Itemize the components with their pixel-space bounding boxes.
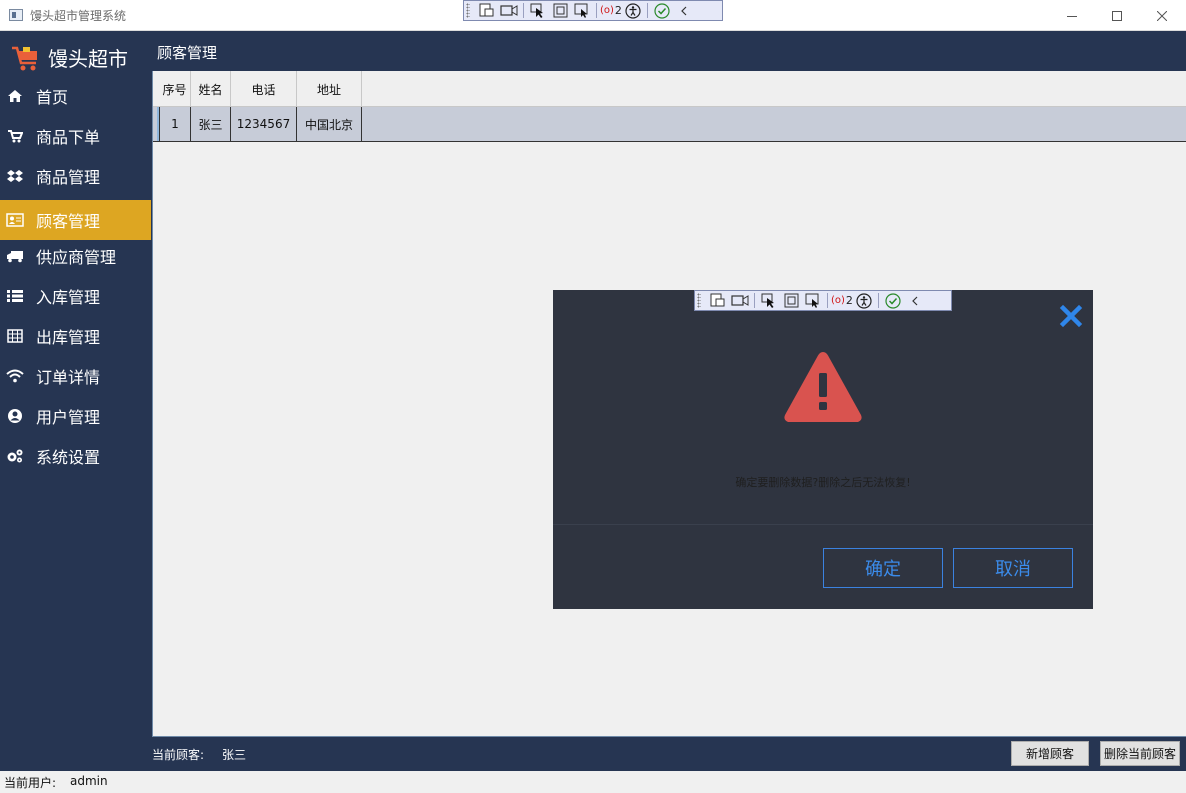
- user-circle-icon: [6, 407, 24, 425]
- accessibility-icon[interactable]: [853, 292, 875, 309]
- add-customer-button[interactable]: 新增顾客: [1011, 741, 1089, 766]
- app-icon: [9, 9, 23, 21]
- maximize-icon: [1112, 10, 1122, 21]
- column-header-address[interactable]: 地址: [297, 71, 362, 107]
- window-title: 馒头超市管理系统: [30, 9, 127, 23]
- column-header-index[interactable]: 序号: [159, 71, 191, 107]
- dialog-message: 确定要删除数据?删除之后无法恢复!: [735, 476, 911, 489]
- layout-adorner-icon[interactable]: [780, 292, 802, 309]
- current-user-label: 当前用户:: [4, 776, 57, 790]
- delete-customer-button[interactable]: 删除当前顾客: [1100, 741, 1180, 766]
- table-row[interactable]: 1 张三 1234567 中国北京: [153, 107, 1186, 142]
- close-icon[interactable]: [1059, 304, 1083, 328]
- dialog-divider: [553, 524, 1093, 525]
- record-icon[interactable]: [729, 292, 751, 309]
- sidebar-item-home[interactable]: 首页: [0, 76, 151, 116]
- cart-icon: [6, 127, 24, 145]
- dialog-debug-toolbar: (o) 2: [694, 290, 952, 311]
- column-header-phone[interactable]: 电话: [231, 71, 297, 107]
- sidebar-item-suppliers[interactable]: 供应商管理: [0, 236, 151, 276]
- current-user-value: admin: [70, 774, 108, 788]
- cell-phone[interactable]: 1234567: [231, 107, 297, 141]
- sidebar-item-users[interactable]: 用户管理: [0, 396, 151, 436]
- binding-count: 2: [614, 4, 622, 17]
- debug-toolbar: (o) 2: [463, 0, 723, 21]
- track-focus-icon[interactable]: [802, 292, 824, 309]
- truck-icon: [6, 247, 24, 265]
- column-header-name[interactable]: 姓名: [191, 71, 231, 107]
- collapse-icon[interactable]: [673, 2, 695, 19]
- grip-icon[interactable]: [466, 3, 470, 18]
- close-window-button[interactable]: [1139, 0, 1185, 31]
- sidebar: 首页 商品下单 商品管理 顾客管理 供应商管理 入库管理 出库管理 订单详情 用…: [0, 71, 152, 737]
- select-element-icon[interactable]: [707, 292, 729, 309]
- wifi-icon: [6, 367, 24, 385]
- sidebar-item-customers[interactable]: 顾客管理: [0, 200, 151, 240]
- current-customer-label: 当前顾客:: [152, 748, 205, 762]
- pointer-icon[interactable]: [758, 292, 780, 309]
- status-bar: 当前用户: admin: [0, 771, 1186, 793]
- sidebar-item-order-details[interactable]: 订单详情: [0, 356, 151, 396]
- sidebar-item-stock-in[interactable]: 入库管理: [0, 276, 151, 316]
- record-icon[interactable]: [498, 2, 520, 19]
- pointer-icon[interactable]: [527, 2, 549, 19]
- shopping-cart-logo-icon: [12, 46, 37, 70]
- collapse-icon[interactable]: [904, 292, 926, 309]
- validation-ok-icon[interactable]: [651, 2, 673, 19]
- track-focus-icon[interactable]: [571, 2, 593, 19]
- dropbox-icon: [6, 167, 24, 185]
- table-icon: [6, 327, 24, 345]
- warning-icon: [784, 352, 862, 422]
- page-title: 顾客管理: [157, 44, 218, 62]
- sidebar-item-settings[interactable]: 系统设置: [0, 436, 151, 476]
- grid-header: 序号 姓名 电话 地址: [153, 71, 1186, 107]
- sidebar-item-stock-out[interactable]: 出库管理: [0, 316, 151, 356]
- select-element-icon[interactable]: [476, 2, 498, 19]
- sidebar-item-order[interactable]: 商品下单: [0, 116, 151, 156]
- cancel-button[interactable]: 取消: [953, 548, 1073, 588]
- grip-icon[interactable]: [697, 293, 701, 308]
- cell-address[interactable]: 中国北京: [297, 107, 362, 141]
- brand-name: 馒头超市: [48, 47, 128, 71]
- cell-index[interactable]: 1: [159, 107, 191, 141]
- brand: 馒头超市: [10, 43, 128, 72]
- id-card-icon: [6, 211, 24, 229]
- cogs-icon: [6, 447, 24, 465]
- cell-name[interactable]: 张三: [191, 107, 231, 141]
- binding-failures-icon[interactable]: (o) 2: [600, 4, 622, 17]
- minimize-button[interactable]: [1049, 0, 1095, 31]
- close-icon: [1157, 10, 1167, 21]
- binding-count: 2: [845, 294, 853, 307]
- validation-ok-icon[interactable]: [882, 292, 904, 309]
- binding-failures-icon[interactable]: (o) 2: [831, 294, 853, 307]
- footer-bar: 当前顾客: 张三 新增顾客 删除当前顾客: [0, 737, 1186, 771]
- list-icon: [6, 287, 24, 305]
- sidebar-item-products[interactable]: 商品管理: [0, 156, 151, 196]
- layout-adorner-icon[interactable]: [549, 2, 571, 19]
- maximize-button[interactable]: [1094, 0, 1140, 31]
- confirm-button[interactable]: 确定: [823, 548, 943, 588]
- minimize-icon: [1067, 15, 1077, 17]
- accessibility-icon[interactable]: [622, 2, 644, 19]
- current-customer-value: 张三: [222, 748, 247, 762]
- confirm-delete-dialog: 确定要删除数据?删除之后无法恢复! 确定 取消: [553, 290, 1093, 609]
- home-icon: [6, 87, 24, 105]
